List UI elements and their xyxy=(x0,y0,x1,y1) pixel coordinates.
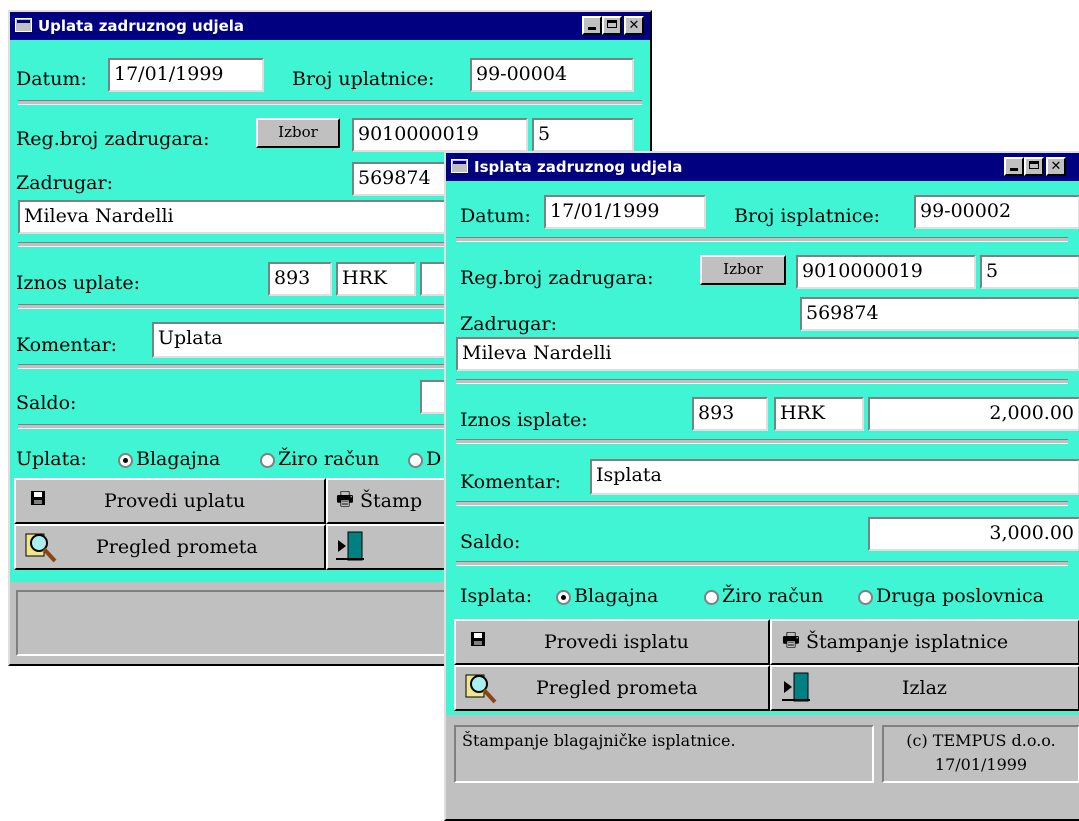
broj-uplatnice-label: Broj uplatnice: xyxy=(292,68,435,90)
iznos-uplate-label: Iznos uplate: xyxy=(16,272,141,294)
stampanje-isplatnice-label: Štampanje isplatnice xyxy=(806,631,1009,653)
komentar-field[interactable]: Isplata xyxy=(590,459,1079,495)
provedi-uplatu-label: Provedi uplatu xyxy=(104,490,246,512)
reg-broj-extra-field[interactable]: 5 xyxy=(532,118,634,152)
zadrugar-id-field[interactable]: 569874 xyxy=(800,297,1079,331)
separator xyxy=(456,237,1068,242)
separator xyxy=(456,561,1068,566)
radio-druga-poslovnica[interactable] xyxy=(858,590,873,605)
status-message-panel: Štampanje blagajničke isplatnice. xyxy=(454,725,874,783)
radio-ziro[interactable] xyxy=(260,453,275,468)
copyright-text: (c) TEMPUS d.o.o. xyxy=(906,731,1056,750)
status-date: 17/01/1999 xyxy=(934,755,1028,774)
provedi-isplatu-button[interactable]: Provedi isplatu xyxy=(454,619,770,665)
status-message: Štampanje blagajničke isplatnice. xyxy=(462,731,736,750)
datum-label: Datum: xyxy=(460,205,531,227)
provedi-uplatu-button[interactable]: Provedi uplatu xyxy=(14,478,326,524)
pregled-prometa-label: Pregled prometa xyxy=(536,677,698,699)
pregled-prometa-button[interactable]: Pregled prometa xyxy=(454,665,770,711)
radio-druga-label[interactable]: D xyxy=(426,448,441,470)
komentar-label: Komentar: xyxy=(16,334,118,356)
datum-field[interactable]: 17/01/1999 xyxy=(544,195,706,229)
magnifier-icon xyxy=(465,674,497,704)
status-bar: Štampanje blagajničke isplatnice. (c) TE… xyxy=(446,715,1079,819)
status-copyright-panel: (c) TEMPUS d.o.o. 17/01/1999 xyxy=(882,725,1079,783)
separator xyxy=(18,100,642,105)
zadrugar-name-field[interactable]: Mileva Nardelli xyxy=(456,337,1079,371)
uplata-titlebar[interactable]: Uplata zadruznog udjela ✕ xyxy=(10,12,650,40)
window-icon xyxy=(15,18,32,32)
reg-broj-label: Reg.broj zadrugara: xyxy=(460,267,654,289)
isplata-window[interactable]: Isplata zadruznog udjela ✕ Datum: 17/01/… xyxy=(444,151,1079,821)
izbor-button[interactable]: Izbor xyxy=(700,255,786,285)
iznos-isplate-label: Iznos isplate: xyxy=(460,409,588,431)
reg-broj-field[interactable]: 9010000019 xyxy=(352,118,528,152)
provedi-isplatu-label: Provedi isplatu xyxy=(544,631,689,653)
reg-broj-label: Reg.broj zadrugara: xyxy=(16,128,210,150)
close-button[interactable]: ✕ xyxy=(1046,157,1066,176)
reg-broj-field[interactable]: 9010000019 xyxy=(796,255,976,289)
izbor-button[interactable]: Izbor xyxy=(256,118,340,148)
radio-ziro[interactable] xyxy=(704,590,719,605)
radio-ziro-label[interactable]: Žiro račun xyxy=(278,448,379,470)
uplata-title: Uplata zadruznog udjela xyxy=(38,17,245,35)
izlaz-button[interactable]: Izlaz xyxy=(770,665,1079,711)
save-disk-icon xyxy=(31,491,45,505)
reg-broj-extra-field[interactable]: 5 xyxy=(980,255,1079,289)
maximize-button[interactable] xyxy=(602,16,622,35)
broj-isplatnice-field[interactable]: 99-00002 xyxy=(914,195,1079,229)
broj-uplatnice-field[interactable]: 99-00004 xyxy=(470,58,634,92)
separator xyxy=(456,501,1068,506)
nacin-uplate-label: Uplata: xyxy=(16,448,87,470)
broj-isplatnice-label: Broj isplatnice: xyxy=(734,205,881,227)
printer-icon: 🖶 xyxy=(336,488,354,510)
separator xyxy=(456,379,1068,384)
datum-field[interactable]: 17/01/1999 xyxy=(108,58,264,92)
maximize-button[interactable] xyxy=(1024,157,1044,176)
radio-blagajna[interactable] xyxy=(556,590,571,605)
exit-door-icon xyxy=(782,672,810,702)
radio-blagajna[interactable] xyxy=(118,453,133,468)
zadrugar-label: Zadrugar: xyxy=(460,313,557,335)
izlaz-label: Izlaz xyxy=(902,677,947,699)
radio-druga-poslovnica-label[interactable]: Druga poslovnica xyxy=(876,585,1044,607)
currency-field[interactable]: HRK xyxy=(336,262,416,296)
radio-blagajna-label[interactable]: Blagajna xyxy=(574,585,658,607)
pregled-prometa-button[interactable]: Pregled prometa xyxy=(14,524,326,570)
iznos-code-field[interactable]: 893 xyxy=(268,262,332,296)
radio-blagajna-label[interactable]: Blagajna xyxy=(136,448,220,470)
close-button[interactable]: ✕ xyxy=(624,16,644,35)
window-icon xyxy=(451,159,468,173)
isplata-titlebar[interactable]: Isplata zadruznog udjela ✕ xyxy=(446,153,1079,181)
minimize-button[interactable] xyxy=(1004,157,1024,176)
stampanje-label: Štamp xyxy=(360,490,423,512)
pregled-prometa-label: Pregled prometa xyxy=(96,536,258,558)
radio-ziro-label[interactable]: Žiro račun xyxy=(722,585,823,607)
magnifier-icon xyxy=(25,533,57,563)
isplata-form: Datum: 17/01/1999 Broj isplatnice: 99-00… xyxy=(446,181,1079,819)
save-disk-icon xyxy=(471,632,485,646)
zadrugar-label: Zadrugar: xyxy=(16,172,113,194)
komentar-label: Komentar: xyxy=(460,471,562,493)
saldo-label: Saldo: xyxy=(16,392,77,414)
stampanje-isplatnice-button[interactable]: 🖶 Štampanje isplatnice xyxy=(770,619,1079,665)
radio-druga[interactable] xyxy=(408,453,423,468)
saldo-label: Saldo: xyxy=(460,531,521,553)
iznos-code-field[interactable]: 893 xyxy=(692,397,768,431)
exit-door-icon xyxy=(336,531,364,561)
nacin-isplate-label: Isplata: xyxy=(460,585,533,607)
currency-field[interactable]: HRK xyxy=(774,397,864,431)
separator xyxy=(456,439,1068,444)
isplata-title: Isplata zadruznog udjela xyxy=(474,158,683,176)
saldo-field[interactable]: 3,000.00 xyxy=(868,517,1079,551)
datum-label: Datum: xyxy=(16,68,87,90)
iznos-amount-field[interactable]: 2,000.00 xyxy=(868,397,1079,431)
minimize-button[interactable] xyxy=(582,16,602,35)
printer-icon: 🖶 xyxy=(782,629,800,651)
